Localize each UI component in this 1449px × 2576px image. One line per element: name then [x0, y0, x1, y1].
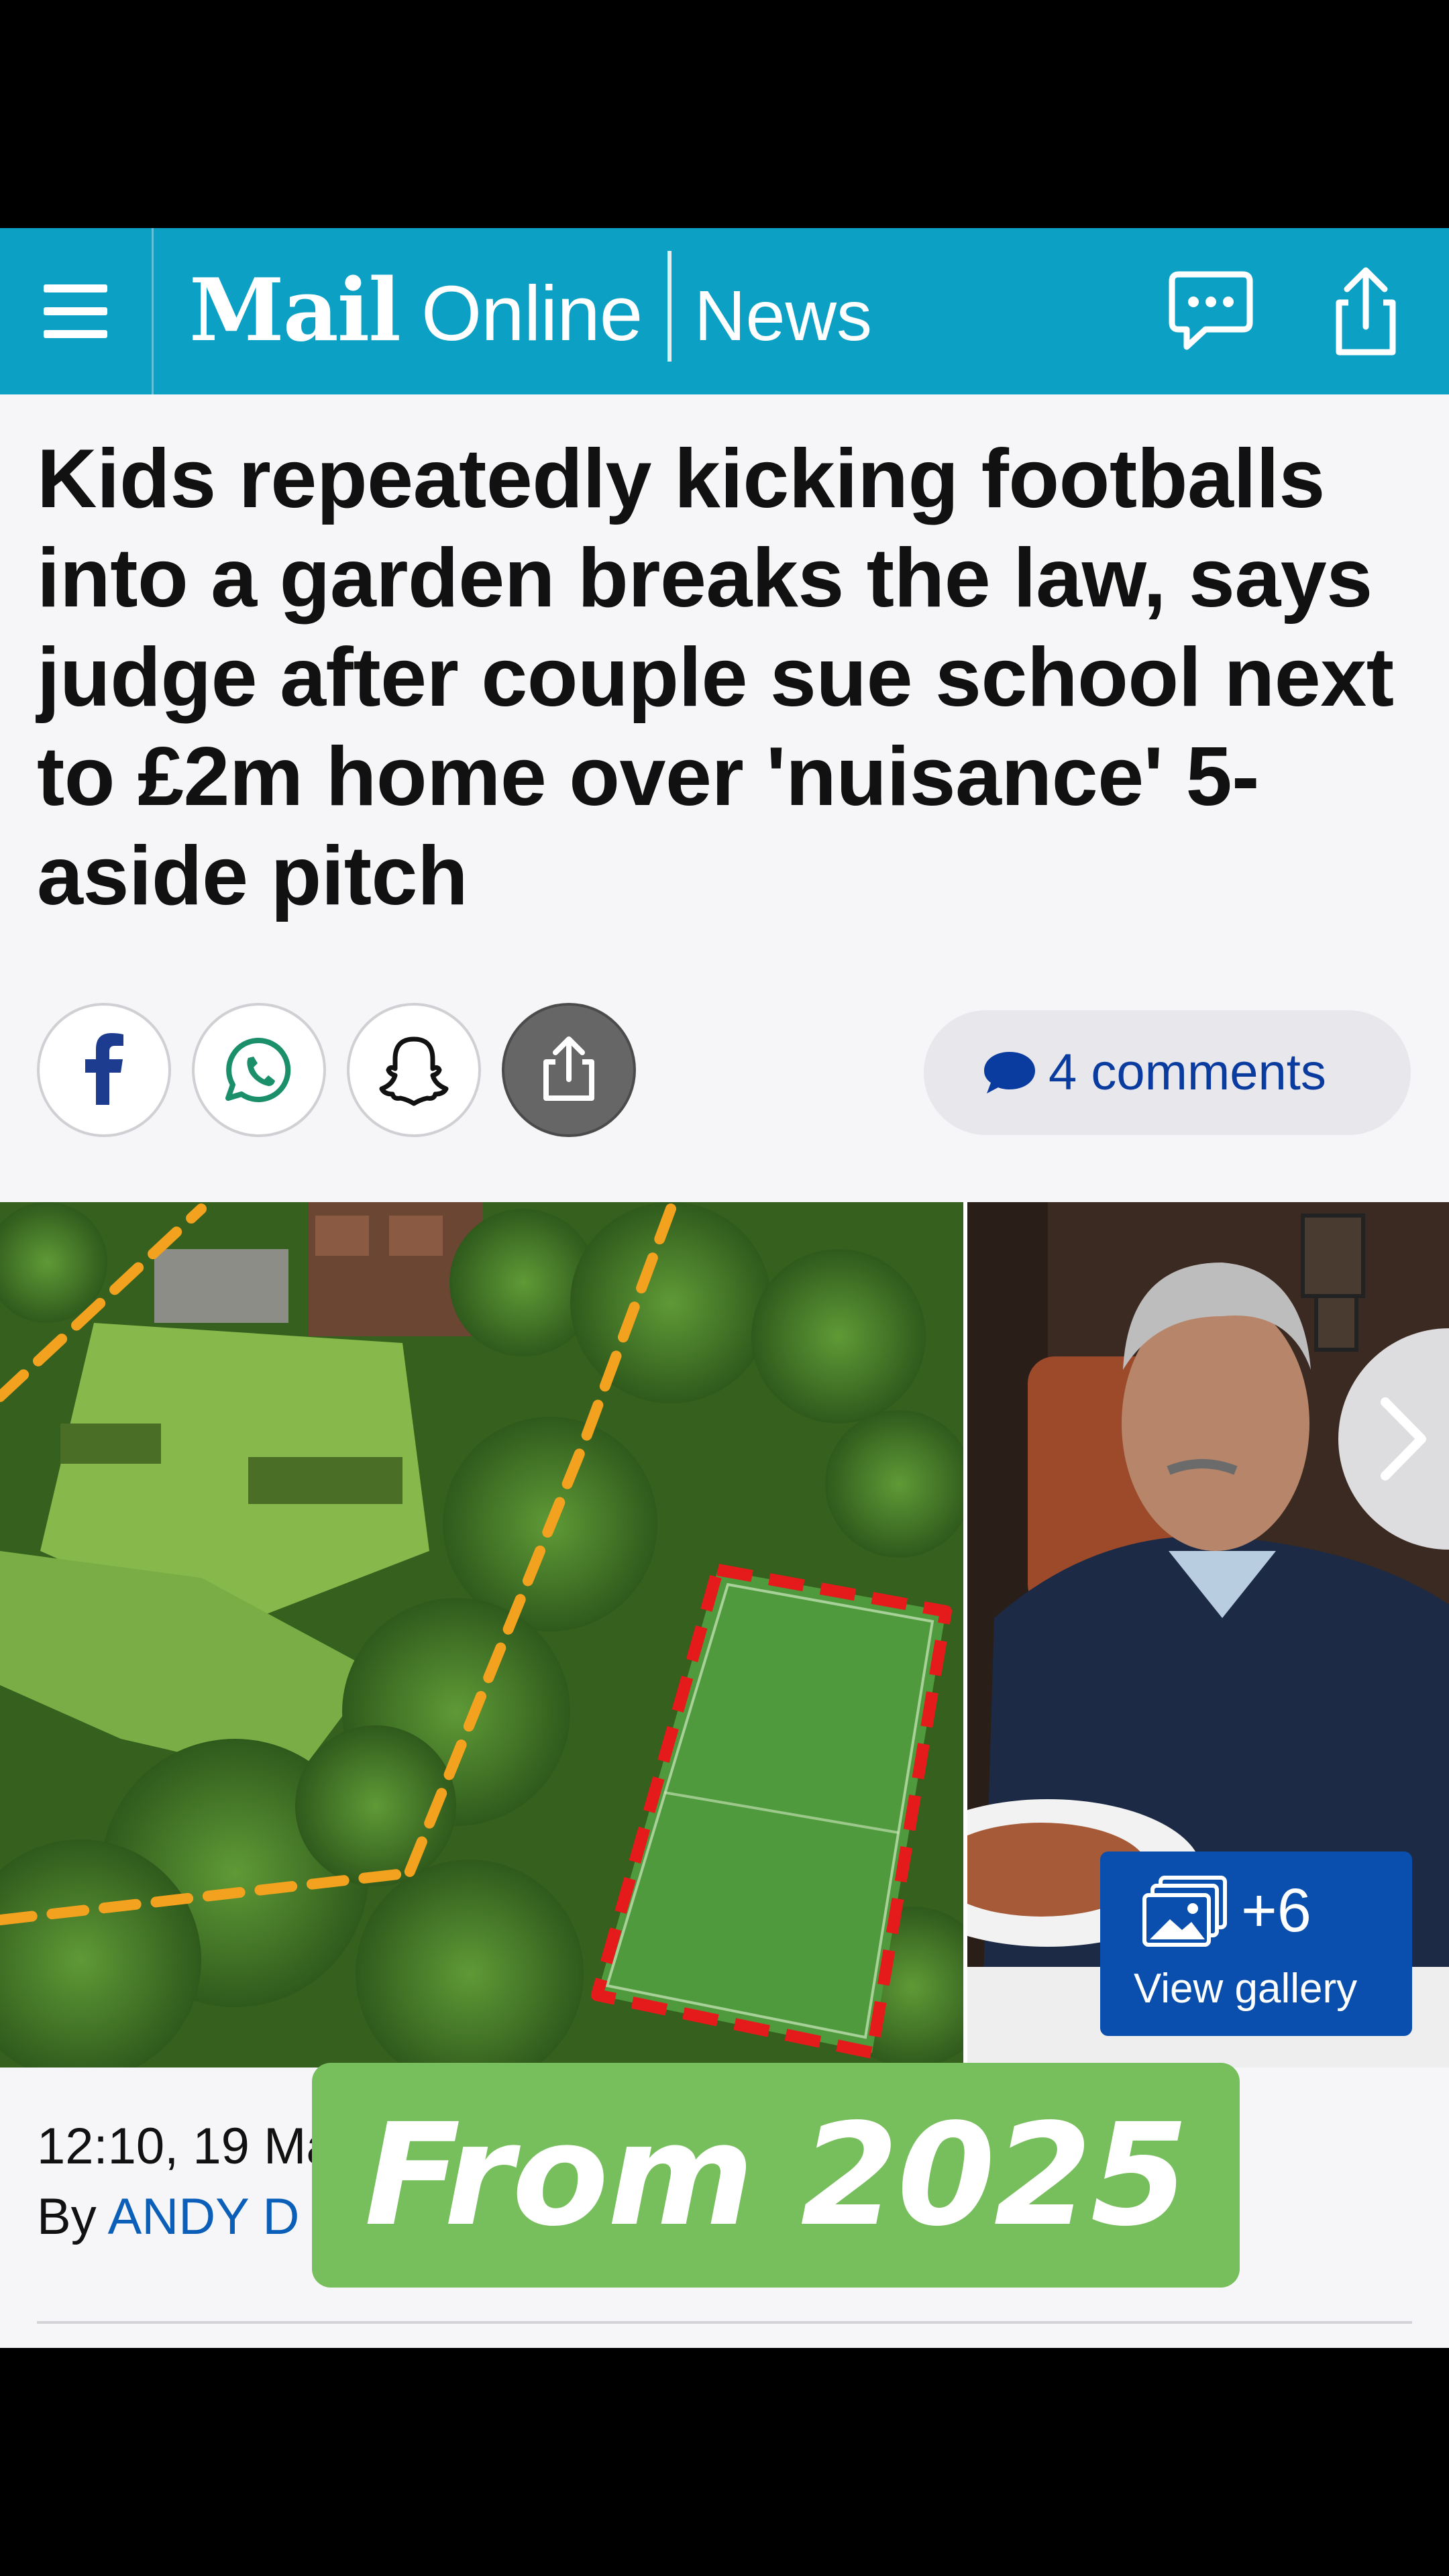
snapchat-icon [379, 1036, 449, 1106]
section-divider [37, 2321, 1412, 2324]
gallery-count: +6 [1241, 1876, 1311, 1945]
logo-online[interactable]: Online [421, 263, 643, 364]
overlay-text: From 2025 [364, 2093, 1189, 2257]
menu-icon[interactable] [37, 275, 111, 349]
gallery-icon [1142, 1876, 1227, 1947]
speech-bubble-icon [984, 1052, 1035, 1093]
comments-count: 4 comments [1049, 1044, 1326, 1101]
snapchat-share-button[interactable] [347, 1003, 481, 1137]
more-share-button[interactable] [502, 1003, 636, 1137]
share-icon [543, 1036, 594, 1101]
article-headline: Kids repeatedly kicking footballs into a… [37, 433, 1394, 922]
whatsapp-share-button[interactable] [192, 1003, 326, 1137]
share-icon[interactable] [1319, 265, 1413, 359]
header-divider [152, 228, 154, 394]
article-timestamp: 12:10, 19 Ma [37, 2118, 335, 2175]
comments-icon[interactable] [1164, 265, 1258, 359]
logo-mail[interactable]: Mail [189, 260, 401, 361]
article-screen: Mail Online News Kids repeatedly kicking… [0, 228, 1449, 2348]
article-byline: By ANDY D [37, 2187, 299, 2247]
aerial-photo[interactable] [0, 1202, 963, 2068]
comments-button[interactable]: 4 comments [924, 1010, 1411, 1135]
top-header: Mail Online News [0, 228, 1449, 394]
next-image-button[interactable] [1338, 1328, 1449, 1550]
author-link[interactable]: ANDY D [108, 2188, 300, 2245]
facebook-share-button[interactable] [37, 1003, 171, 1137]
logo-divider [667, 251, 672, 362]
view-gallery-button[interactable]: +6 View gallery [1100, 1851, 1412, 2036]
section-label[interactable]: News [694, 266, 872, 366]
whatsapp-icon [225, 1037, 291, 1102]
gallery-label: View gallery [1134, 1966, 1358, 2012]
year-overlay-banner: From 2025 [312, 2063, 1240, 2288]
chevron-right-icon [1381, 1397, 1426, 1481]
facebook-icon [85, 1033, 123, 1105]
byline-prefix: By [37, 2188, 108, 2245]
